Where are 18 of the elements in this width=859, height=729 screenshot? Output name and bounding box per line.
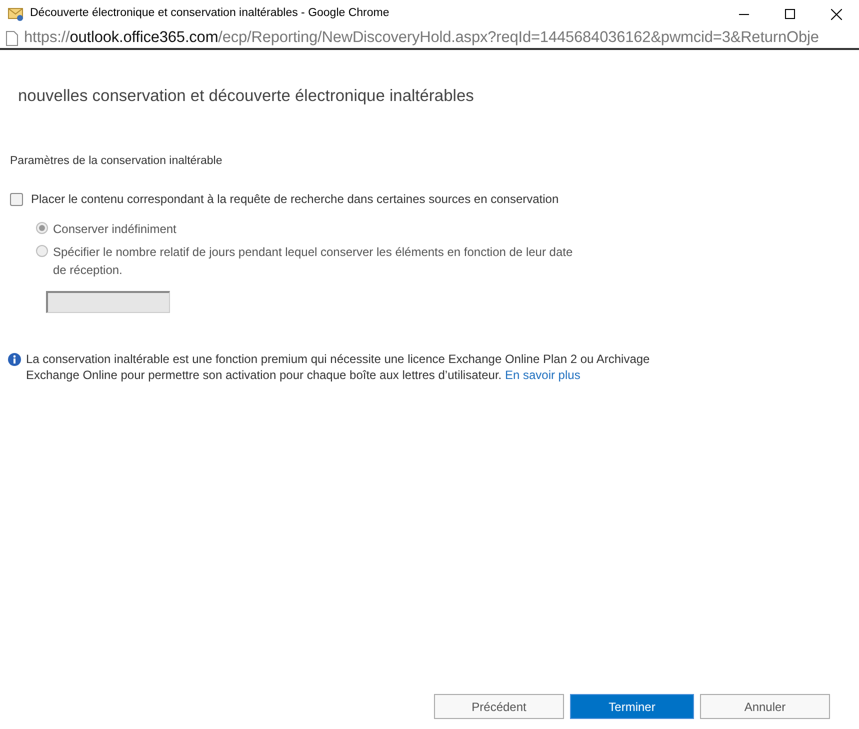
dialog-button[interactable]: Terminer [570, 694, 694, 719]
dialog-heading: nouvelles conservation et découverte électronique inaltérables [18, 86, 475, 107]
section-label: Paramètres de la conservation inaltérable [10, 154, 224, 169]
radio-label: Spécifier le nombre relatif de jours pendant lequel conserver les éléments en fonction de leur date de réception. [53, 244, 574, 279]
page-icon [6, 30, 18, 46]
learn-more-link[interactable]: En savoir plus [504, 368, 580, 382]
info-icon [8, 353, 21, 366]
radio-label: Conserver indéfiniment [53, 221, 176, 238]
close-icon [830, 8, 842, 20]
info-text: La conservation inaltérable est une fonction premium qui nécessite une licence Exchange Online Plan 2 ou Archivage Exchange Online pour permettre son activation pour chaque boîte aux lettres d’utilisateur. En savoir plus [26, 351, 651, 383]
envelope-icon [8, 7, 24, 21]
checkbox-label: Placer le contenu correspondant à la requête de recherche dans certaines sources en conservation [31, 191, 559, 208]
dialog-button[interactable]: Annuler [700, 694, 830, 719]
checkbox[interactable] [10, 192, 23, 206]
dialog-button[interactable]: Précédent [434, 694, 564, 719]
window-title: Découverte électronique et conservation inaltérables - Google Chrome [30, 6, 390, 22]
maximize-icon [785, 9, 795, 19]
url-text[interactable]: https://outlook.office365.com/ecp/Reporting/NewDiscoveryHold.aspx?reqId=1445684036162&pwmcid=3&ReturnObje [24, 28, 819, 48]
